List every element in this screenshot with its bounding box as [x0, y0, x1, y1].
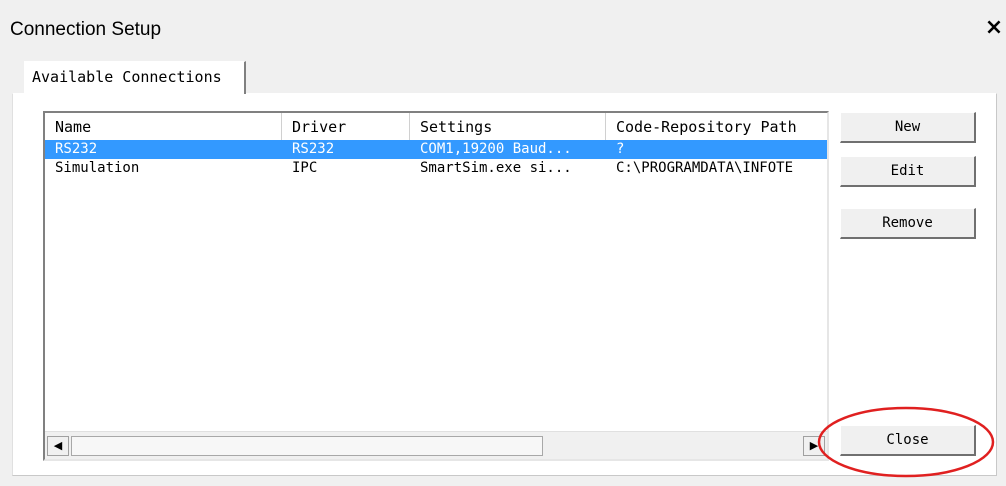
scroll-left-icon[interactable]: ◀ [47, 436, 69, 456]
cell-name: Simulation [55, 160, 140, 176]
title-bar: Connection Setup × [0, 0, 1006, 46]
scroll-right-icon[interactable]: ▶ [803, 436, 825, 456]
cell-driver: RS232 [292, 141, 335, 157]
close-button[interactable]: Close [840, 425, 976, 456]
cell-driver: IPC [292, 160, 318, 176]
tab-label: Available Connections [32, 68, 222, 86]
connection-setup-dialog: Connection Setup × Available Connections… [0, 0, 1006, 486]
column-header-name[interactable]: Name [45, 113, 282, 140]
scroll-thumb[interactable] [71, 436, 543, 456]
close-icon[interactable]: × [984, 14, 1004, 42]
edit-button[interactable]: Edit [840, 156, 976, 187]
connections-list[interactable]: Name Driver Settings Code-Repository Pat… [43, 111, 829, 461]
remove-button[interactable]: Remove [840, 208, 976, 239]
table-row-simulation[interactable]: Simulation IPC SmartSim.exe si... C:\PRO… [45, 159, 827, 178]
window-title: Connection Setup [10, 19, 162, 40]
tab-available-connections[interactable]: Available Connections [24, 61, 246, 94]
cell-settings: COM1,19200 Baud... [420, 141, 572, 157]
cell-settings: SmartSim.exe si... [420, 160, 572, 176]
list-header: Name Driver Settings Code-Repository Pat… [45, 113, 827, 140]
cell-path: ? [616, 141, 625, 157]
table-row-rs232[interactable]: RS232 RS232 COM1,19200 Baud... ? [45, 140, 827, 159]
new-button[interactable]: New [840, 112, 976, 143]
column-header-driver[interactable]: Driver [282, 113, 410, 140]
horizontal-scrollbar[interactable]: ◀ ▶ [45, 431, 827, 459]
column-header-code-repository-path[interactable]: Code-Repository Path [606, 113, 827, 140]
column-header-settings[interactable]: Settings [410, 113, 606, 140]
cell-name: RS232 [55, 141, 98, 157]
cell-path: C:\PROGRAMDATA\INFOTE [616, 160, 794, 176]
